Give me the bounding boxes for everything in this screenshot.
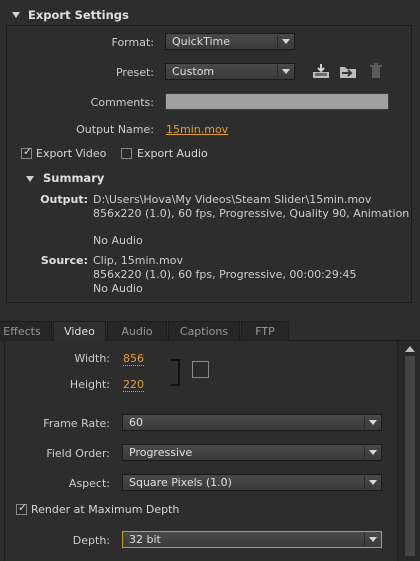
summary-source-label: Source: [40,254,88,267]
preset-label: Preset: [115,66,154,79]
checkmark-icon: ✓ [23,145,33,158]
chevron-down-icon [282,39,290,44]
frame-rate-label: Frame Rate: [43,417,110,430]
summary-output-line-2: 856x220 (1.0), 60 fps, Progressive, Qual… [93,207,410,220]
chevron-down-icon [369,420,377,425]
summary-output-line-4: No Audio [93,234,143,247]
output-name-link[interactable]: 15min.mov [166,123,228,136]
frame-rate-dropdown[interactable]: 60 [122,414,382,431]
summary-output-line-1: D:\Users\Hova\My Videos\Steam Slider\15m… [93,193,372,206]
export-video-label: Export Video [36,147,107,160]
summary-source-line-3: No Audio [93,282,143,295]
render-max-depth-label: Render at Maximum Depth [31,503,180,516]
width-value[interactable]: 856 [123,352,144,366]
tab-captions[interactable]: Captions [168,321,240,341]
render-max-depth-checkbox[interactable]: ✓ [16,501,28,515]
summary-output-label: Output: [40,193,88,206]
delete-preset-icon[interactable] [369,63,383,79]
format-value: QuickTime [172,35,231,48]
chevron-down-icon [369,537,377,542]
depth-value: 32 bit [129,533,161,546]
constrain-proportions-icon[interactable] [192,361,209,378]
save-preset-icon[interactable] [312,63,330,79]
format-dropdown[interactable]: QuickTime [165,33,295,50]
chevron-down-icon [369,480,377,485]
preset-value: Custom [172,65,215,78]
checkmark-icon: ✓ [18,501,28,514]
comments-input[interactable] [165,93,389,110]
comments-label: Comments: [90,96,154,109]
chevron-down-icon [282,69,290,74]
aspect-value: Square Pixels (1.0) [129,476,232,489]
scrollbar-thumb[interactable] [405,356,415,556]
scrollbar[interactable] [397,341,420,561]
height-label: Height: [69,378,110,391]
field-order-dropdown[interactable]: Progressive [122,444,382,461]
constrain-bracket [171,359,180,386]
depth-label: Depth: [72,534,110,547]
tab-ftp[interactable]: FTP [241,321,289,341]
field-order-label: Field Order: [46,447,110,460]
export-audio-label: Export Audio [137,147,208,160]
summary-source-line-2: 856x220 (1.0), 60 fps, Progressive, 00:0… [93,268,357,281]
export-video-checkbox[interactable]: ✓ [21,145,33,159]
chevron-down-icon [369,450,377,455]
collapse-summary-icon[interactable] [26,176,34,182]
preset-dropdown[interactable]: Custom [165,63,295,80]
format-label: Format: [111,36,154,49]
aspect-label: Aspect: [68,477,110,490]
scroll-up-icon[interactable] [405,346,415,352]
export-settings-title: Export Settings [28,8,129,22]
field-order-value: Progressive [129,446,193,459]
summary-source-line-1: Clip, 15min.mov [93,254,183,267]
summary-title: Summary [43,171,105,185]
tab-video[interactable]: Video [53,321,106,341]
tab-audio[interactable]: Audio [107,321,167,341]
width-label: Width: [74,352,110,365]
height-value[interactable]: 220 [123,378,144,392]
depth-dropdown[interactable]: 32 bit [122,531,382,548]
export-audio-checkbox[interactable] [121,148,132,159]
tab-effects[interactable]: Effects [0,321,52,341]
frame-rate-value: 60 [129,416,143,429]
import-preset-icon[interactable] [339,63,359,79]
output-name-label: Output Name: [76,123,154,136]
aspect-dropdown[interactable]: Square Pixels (1.0) [122,474,382,491]
collapse-export-settings-icon[interactable] [12,12,20,18]
